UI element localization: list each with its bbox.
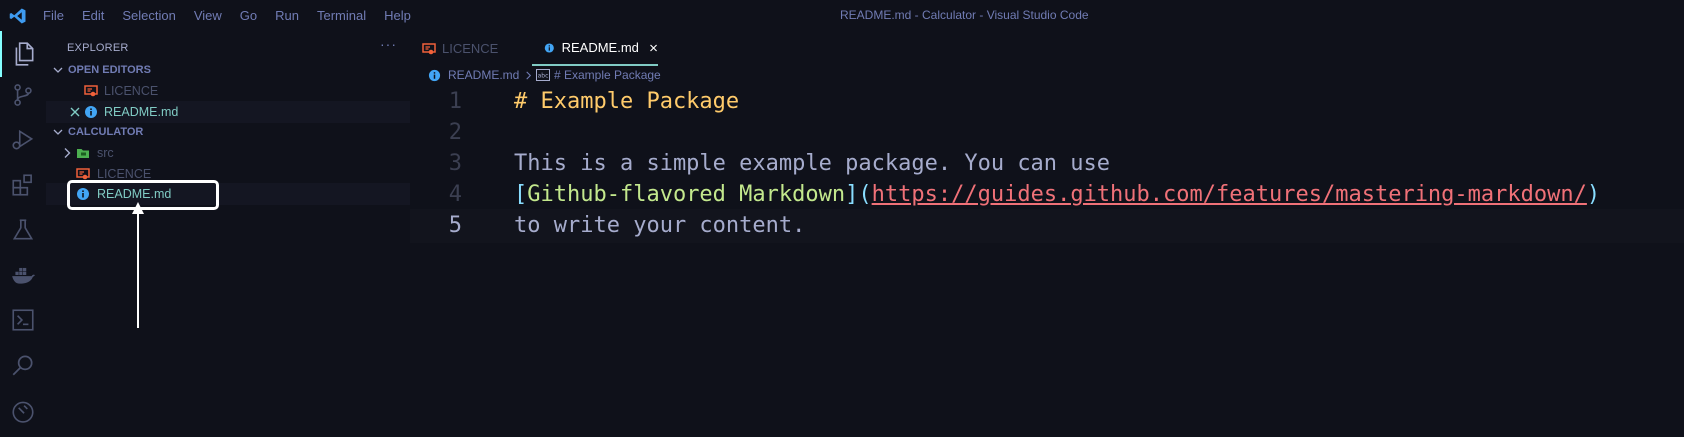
menu-edit[interactable]: Edit xyxy=(82,8,104,23)
line-text: # Example Package xyxy=(514,89,740,114)
close-icon[interactable] xyxy=(68,105,82,119)
activity-remote[interactable] xyxy=(0,387,46,433)
menu-run[interactable]: Run xyxy=(275,8,299,23)
licence-icon xyxy=(422,42,436,54)
search-icon xyxy=(12,355,33,376)
title-bar: File Edit Selection View Go Run Terminal… xyxy=(0,0,1684,31)
tab-licence[interactable]: LICENCE xyxy=(422,31,520,66)
link-text: Github-flavored Markdown xyxy=(527,182,846,207)
info-icon xyxy=(85,106,97,118)
tree-item-label: src xyxy=(97,146,114,160)
tree-item-src[interactable]: src xyxy=(46,142,410,164)
menu-terminal[interactable]: Terminal xyxy=(317,8,366,23)
open-editor-item-readme[interactable]: README.md xyxy=(46,101,410,123)
menu-selection[interactable]: Selection xyxy=(122,8,175,23)
link-url[interactable]: https://guides.github.com/features/maste… xyxy=(872,182,1587,207)
chevron-down-icon xyxy=(53,67,63,73)
activity-extensions[interactable] xyxy=(0,162,46,208)
line-number: 1 xyxy=(448,89,462,114)
remote-icon xyxy=(12,401,34,423)
folder-icon xyxy=(77,149,89,158)
sidebar-more-button[interactable]: ··· xyxy=(380,36,397,52)
code-line-current: 5 to write your content. xyxy=(410,209,1684,243)
close-icon[interactable] xyxy=(649,42,658,54)
explorer-sidebar: EXPLORER ··· OPEN EDITORS LICENCE README… xyxy=(46,31,410,437)
editor-area: LICENCE README.md README.md abc # Exampl… xyxy=(410,31,1684,437)
code-line: 2 xyxy=(410,116,1684,150)
tab-readme[interactable]: README.md xyxy=(532,31,658,66)
code-line: 4 [Github-flavored Markdown](https://gui… xyxy=(410,178,1684,212)
link-open-bracket: [ xyxy=(514,182,528,207)
line-number: 3 xyxy=(448,151,462,176)
chevron-right-icon xyxy=(64,148,71,158)
line-number: 5 xyxy=(448,213,462,238)
string-symbol-icon: abc xyxy=(536,69,550,81)
menu-bar: File Edit Selection View Go Run Terminal… xyxy=(43,0,429,31)
link-mid-bracket: ]( xyxy=(845,182,872,207)
breadcrumb: README.md abc # Example Package xyxy=(410,65,1684,85)
menu-file[interactable]: File xyxy=(43,8,64,23)
vscode-logo-icon xyxy=(9,8,26,24)
sidebar-title: EXPLORER xyxy=(67,42,129,54)
testing-icon xyxy=(12,219,34,240)
menu-view[interactable]: View xyxy=(194,8,222,23)
annotation-arrow-icon xyxy=(132,202,144,328)
code-line: 3 This is a simple example package. You … xyxy=(410,147,1684,181)
breadcrumb-symbol[interactable]: # Example Package xyxy=(554,68,661,82)
activity-run-debug[interactable] xyxy=(0,117,46,163)
line-text: This is a simple example package. You ca… xyxy=(514,151,1111,176)
chevron-down-icon xyxy=(53,129,63,135)
line-text: [Github-flavored Markdown](https://guide… xyxy=(514,182,1600,207)
run-debug-icon xyxy=(12,129,34,150)
code-line: 1 # Example Package xyxy=(410,85,1684,119)
tab-label: LICENCE xyxy=(442,41,499,56)
activity-explorer[interactable] xyxy=(0,31,46,77)
info-icon xyxy=(544,42,554,53)
open-editors-header[interactable]: OPEN EDITORS xyxy=(46,59,410,81)
activity-search[interactable] xyxy=(0,342,46,388)
open-editor-label: README.md xyxy=(104,105,179,119)
extensions-icon xyxy=(12,174,32,196)
open-editor-label: LICENCE xyxy=(104,84,159,98)
chevron-right-icon xyxy=(526,71,532,80)
editor-tabs: LICENCE README.md xyxy=(410,31,1684,66)
line-text: to write your content. xyxy=(514,213,806,238)
explorer-icon xyxy=(15,42,34,66)
activity-testing[interactable] xyxy=(0,207,46,253)
svg-text:abc: abc xyxy=(538,73,549,80)
menu-help[interactable]: Help xyxy=(384,8,411,23)
terminal-icon xyxy=(12,309,34,331)
breadcrumb-file[interactable]: README.md xyxy=(448,68,519,82)
link-close-bracket: ) xyxy=(1586,182,1601,207)
project-header[interactable]: CALCULATOR xyxy=(46,121,410,143)
activity-bar xyxy=(0,31,46,437)
open-editor-item-licence[interactable]: LICENCE xyxy=(46,80,410,102)
activity-docker[interactable] xyxy=(0,252,46,298)
line-number: 2 xyxy=(448,120,462,145)
tab-label: README.md xyxy=(561,40,639,55)
licence-icon xyxy=(76,168,90,180)
project-label: CALCULATOR xyxy=(68,126,144,138)
tree-item-label: LICENCE xyxy=(97,167,152,181)
info-icon xyxy=(428,69,441,82)
activity-source-control[interactable] xyxy=(0,72,46,118)
source-control-icon xyxy=(14,84,32,106)
activity-terminal[interactable] xyxy=(0,297,46,343)
line-number: 4 xyxy=(448,182,462,207)
licence-icon xyxy=(84,85,98,97)
open-editors-label: OPEN EDITORS xyxy=(68,64,151,76)
window-title: README.md - Calculator - Visual Studio C… xyxy=(840,8,1089,22)
menu-go[interactable]: Go xyxy=(240,8,257,23)
docker-icon xyxy=(12,267,35,284)
